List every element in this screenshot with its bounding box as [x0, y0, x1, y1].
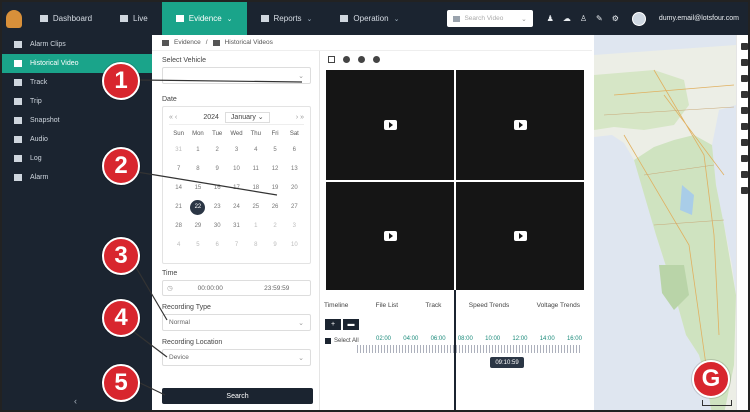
app-window: Dashboard Live Evidence ⌄ Reports ⌄ Operat… — [0, 0, 750, 412]
callout-2: 2 — [102, 147, 140, 185]
callout-g: G — [692, 360, 730, 398]
callout-5: 5 — [102, 364, 140, 402]
callout-1: 1 — [102, 62, 140, 100]
callout-4: 4 — [102, 299, 140, 337]
callout-3: 3 — [102, 237, 140, 275]
